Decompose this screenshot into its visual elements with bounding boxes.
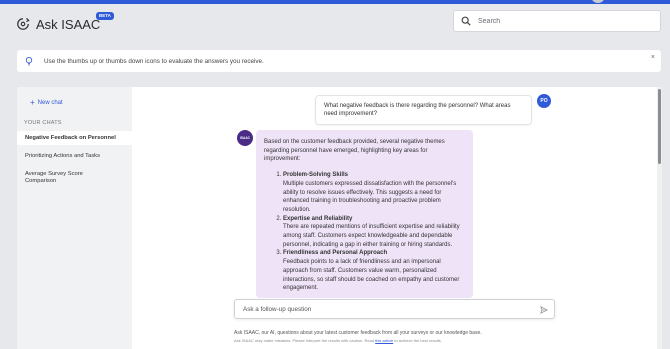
search-input[interactable] <box>478 17 648 25</box>
follow-up-input[interactable] <box>243 305 533 313</box>
conversation-area: What negative feedback is there regardin… <box>132 87 662 349</box>
lightbulb-icon <box>25 57 33 66</box>
chat-item-label: Average Survey Score Comparison <box>25 171 83 184</box>
point-body: Multiple customers expressed dissatisfac… <box>283 180 457 213</box>
brand: Ask ISAAC BETA <box>16 12 114 34</box>
point-body: There are repeated mentions of insuffici… <box>283 224 460 248</box>
fineprint-text: Ask ISAAC may make mistakes. Please inte… <box>234 338 375 343</box>
assistant-point: Expertise and Reliability There are repe… <box>283 215 465 250</box>
user-message: What negative feedback is there regardin… <box>315 95 532 125</box>
chat-scrollbar[interactable] <box>657 87 662 349</box>
chat-panel: + New chat YOUR CHATS Negative Feedback … <box>17 87 662 349</box>
app-title: Ask ISAAC <box>36 16 101 32</box>
chat-item-average-survey-score[interactable]: Average Survey Score Comparison <box>17 171 92 184</box>
new-chat-button[interactable]: + New chat <box>30 98 63 107</box>
close-icon[interactable]: × <box>651 54 655 61</box>
assistant-message: Based on the customer feedback provided,… <box>256 130 473 298</box>
point-heading: Problem-Solving Skills <box>283 172 349 179</box>
scrollbar-thumb[interactable] <box>658 89 661 164</box>
assistant-point: Problem-Solving Skills Multiple customer… <box>283 171 465 215</box>
tip-banner: Use the thumbs up or thumbs down icons t… <box>17 50 661 72</box>
search-icon <box>461 16 471 26</box>
plus-icon: + <box>30 98 35 107</box>
isaac-avatar: ISAAC <box>237 130 253 146</box>
disclaimer-text: Ask ISAAC, our AI, questions about your … <box>234 330 482 336</box>
assistant-intro: Based on the customer feedback provided,… <box>264 139 445 163</box>
chat-item-negative-feedback[interactable]: Negative Feedback on Personnel <box>17 131 132 145</box>
your-chats-heading: YOUR CHATS <box>24 120 62 126</box>
search-box[interactable] <box>453 10 661 32</box>
chat-sidebar: + New chat YOUR CHATS Negative Feedback … <box>17 87 132 349</box>
point-heading: Friendliness and Personal Approach <box>283 250 388 257</box>
point-heading: Expertise and Reliability <box>283 215 353 222</box>
assistant-point: Friendliness and Personal Approach Feedb… <box>283 249 465 293</box>
chat-item-label: Negative Feedback on Personnel <box>25 134 116 141</box>
point-body: Feedback points to a lack of friendlines… <box>283 259 460 292</box>
isaac-logo-icon <box>17 17 30 30</box>
fineprint: Ask ISAAC may make mistakes. Please inte… <box>234 338 442 343</box>
follow-up-composer[interactable] <box>234 299 555 319</box>
user-avatar: PO <box>537 94 551 108</box>
beta-badge: BETA <box>96 12 114 20</box>
fineprint-text-end: to achieve the best results. <box>394 338 442 343</box>
new-chat-label: New chat <box>37 100 63 106</box>
tip-text: Use the thumbs up or thumbs down icons t… <box>44 57 264 65</box>
assistant-points: Problem-Solving Skills Multiple customer… <box>264 171 465 293</box>
chat-item-prioritizing-actions[interactable]: Prioritizing Actions and Tasks <box>17 153 132 160</box>
chat-item-label: Prioritizing Actions and Tasks <box>25 153 100 159</box>
app-header: Ask ISAAC BETA <box>0 4 670 44</box>
article-link[interactable]: this article <box>375 338 393 343</box>
send-icon[interactable] <box>540 306 548 314</box>
